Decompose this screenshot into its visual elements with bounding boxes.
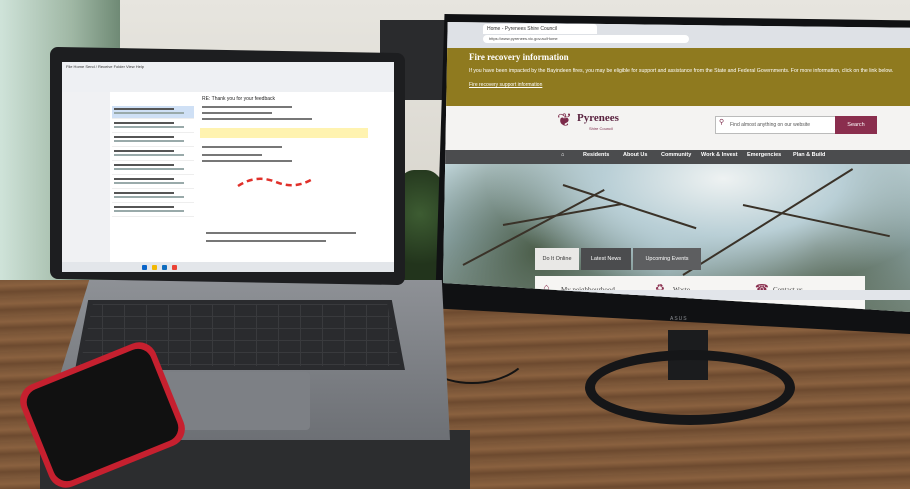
- start-icon[interactable]: [142, 265, 147, 270]
- search-input[interactable]: Find almost anything on our website: [715, 116, 849, 134]
- monitor-screen: Home - Pyrenees Shire Council https://ww…: [443, 22, 910, 312]
- tab-latest-news[interactable]: Latest News: [581, 248, 631, 270]
- list-item[interactable]: [112, 134, 194, 147]
- outlook-ribbon: File Home Send / Receive Folder View Hel…: [62, 62, 394, 93]
- council-logo-icon[interactable]: ❦: [557, 110, 579, 132]
- banner-title: Fire recovery information: [469, 52, 569, 62]
- nav-emergencies[interactable]: Emergencies: [747, 152, 781, 158]
- nav-work-invest[interactable]: Work & Invest: [701, 152, 738, 158]
- address-bar[interactable]: https://www.pyrenees.vic.gov.au/Home: [483, 35, 689, 43]
- list-item[interactable]: [112, 148, 194, 161]
- list-item[interactable]: [112, 162, 194, 175]
- nav-residents[interactable]: Residents: [583, 152, 609, 158]
- tab-upcoming-events[interactable]: Upcoming Events: [633, 248, 701, 270]
- banner-text: If you have been impacted by the Bayinde…: [469, 68, 894, 74]
- nav-plan-build[interactable]: Plan & Build: [793, 152, 825, 158]
- browser-tab[interactable]: Home - Pyrenees Shire Council: [483, 24, 597, 34]
- monitor-base: [585, 350, 795, 425]
- message-subject: RE: Thank you for your feedback: [202, 96, 276, 102]
- outlook-icon[interactable]: [162, 265, 167, 270]
- home-icon[interactable]: ⌂: [561, 152, 564, 158]
- list-item[interactable]: [112, 120, 194, 133]
- reading-pane: RE: Thank you for your feedback: [196, 92, 394, 262]
- search-icon: ⚲: [719, 119, 725, 126]
- ribbon-tabs[interactable]: File Home Send / Receive Folder View Hel…: [66, 64, 144, 69]
- site-header: ❦ Pyrenees Shire Council Find almost any…: [443, 106, 910, 150]
- desk-scene-photo: Home - Pyrenees Shire Council https://ww…: [0, 0, 910, 489]
- logo-name[interactable]: Pyrenees: [577, 112, 619, 124]
- red-dashed-squiggle: [237, 176, 315, 188]
- list-item[interactable]: [112, 204, 194, 217]
- list-item[interactable]: [112, 190, 194, 203]
- laptop-screen: File Home Send / Receive Folder View Hel…: [62, 62, 394, 272]
- site-navigation: ⌂ Residents About Us Community Work & In…: [443, 150, 910, 164]
- folder-pane: [62, 92, 111, 262]
- nav-about-us[interactable]: About Us: [623, 152, 647, 158]
- list-item[interactable]: [112, 176, 194, 189]
- explorer-icon[interactable]: [152, 265, 157, 270]
- banner-link[interactable]: Fire recovery support information: [469, 82, 542, 88]
- warning-banner: [200, 128, 368, 138]
- search-button[interactable]: Search: [835, 116, 877, 134]
- nav-community[interactable]: Community: [661, 152, 691, 158]
- fire-recovery-banner: Fire recovery information If you have be…: [443, 48, 910, 106]
- tab-do-it-online[interactable]: Do It Online: [535, 248, 579, 270]
- laptop-taskbar: [62, 262, 394, 272]
- message-list: [110, 92, 197, 262]
- list-item[interactable]: [112, 106, 194, 119]
- content-tabs: Do It Online Latest News Upcoming Events: [535, 248, 705, 274]
- chrome-icon[interactable]: [172, 265, 177, 270]
- monitor-brand: ASUS: [670, 316, 688, 322]
- logo-subtitle: Shire Council: [589, 126, 613, 131]
